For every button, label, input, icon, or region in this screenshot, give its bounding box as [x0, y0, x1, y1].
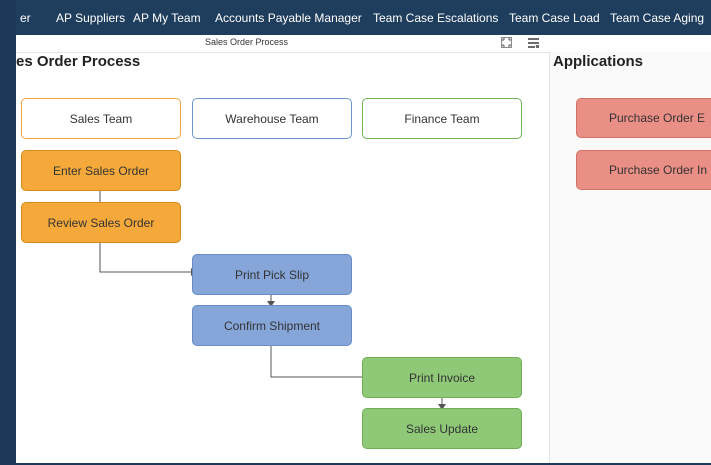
nav-item-ap-my-team[interactable]: AP My Team — [133, 11, 201, 25]
swimlane-finance-team: Finance Team — [362, 98, 522, 139]
app-purchase-order-inquiry-button[interactable]: Purchase Order In — [576, 150, 711, 190]
sales-order-process-pane: es Order Process Sales Team Warehouse Te… — [16, 52, 548, 465]
settings-icon[interactable] — [528, 37, 539, 48]
nav-item-accounts-payable-manager[interactable]: Accounts Payable Manager — [215, 11, 362, 25]
swimlane-warehouse-team: Warehouse Team — [192, 98, 352, 139]
pagelet-title: Sales Order Process — [205, 37, 289, 47]
pagelet-title-bar: Sales Order Process — [16, 35, 711, 53]
sales-update-button[interactable]: Sales Update — [362, 408, 522, 449]
nav-item-team-case-aging[interactable]: Team Case Aging — [610, 11, 704, 25]
confirm-shipment-button[interactable]: Confirm Shipment — [192, 305, 352, 346]
expand-icon[interactable] — [501, 37, 512, 48]
nav-item-truncated[interactable]: er — [20, 11, 31, 25]
nav-item-ap-suppliers[interactable]: AP Suppliers — [56, 11, 125, 25]
print-pick-slip-button[interactable]: Print Pick Slip — [192, 254, 352, 295]
enter-sales-order-button[interactable]: Enter Sales Order — [21, 150, 181, 191]
app-frame: er AP Suppliers AP My Team Accounts Paya… — [16, 0, 711, 465]
applications-heading: Applications — [553, 53, 644, 70]
review-sales-order-button[interactable]: Review Sales Order — [21, 202, 181, 243]
nav-item-team-case-escalations[interactable]: Team Case Escalations — [373, 11, 498, 25]
nav-item-team-case-load[interactable]: Team Case Load — [509, 11, 600, 25]
print-invoice-button[interactable]: Print Invoice — [362, 357, 522, 398]
applications-pane: Applications Purchase Order E Purchase O… — [549, 52, 711, 465]
swimlane-sales-team: Sales Team — [21, 98, 181, 139]
app-purchase-order-entry-button[interactable]: Purchase Order E — [576, 98, 711, 138]
top-navigation-bar: er AP Suppliers AP My Team Accounts Paya… — [16, 0, 711, 35]
